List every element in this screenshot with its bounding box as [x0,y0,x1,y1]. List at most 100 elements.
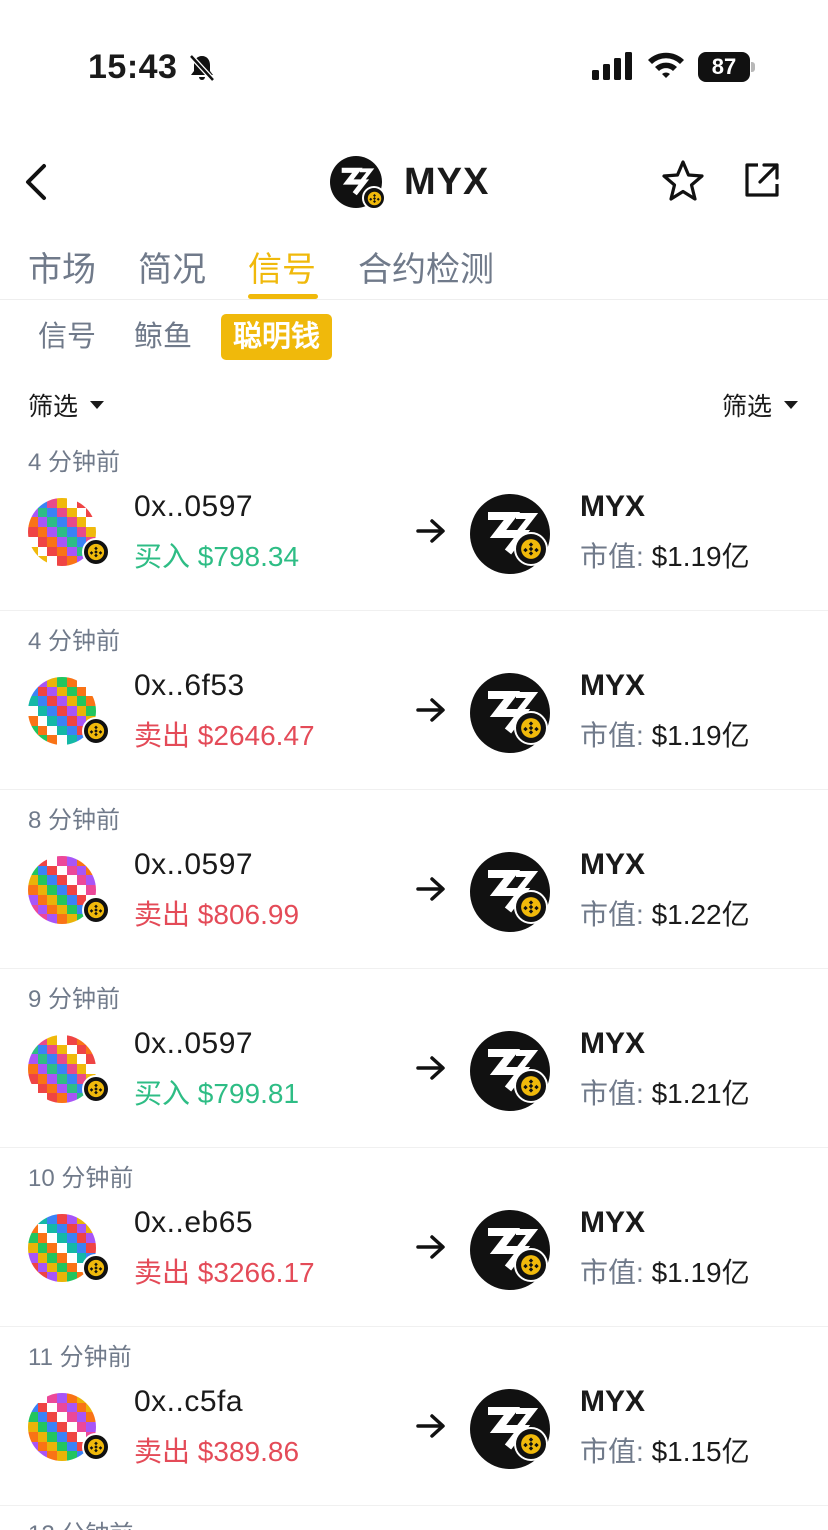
row-time: 8 分钟前 [28,807,121,834]
status-bar: 15:43 87 [0,0,828,130]
bnb-chain-icon [82,1254,110,1282]
bnb-chain-icon [82,1075,110,1103]
arrow-right-icon [416,1414,445,1438]
market-cap-value: $1.21亿 [651,1078,750,1109]
wallet-address[interactable]: 0x..eb65 [134,1206,253,1240]
arrow-right-icon [416,1056,445,1080]
market-cap-label: 市值: [580,1436,644,1467]
list-item[interactable]: 10 分钟前 0x..eb65 卖出 $3266.17 MYX 市值: $1.19亿 [0,1148,828,1327]
market-cap-label: 市值: [580,1078,644,1109]
bnb-chain-icon [514,890,548,924]
myx-logo-icon [470,852,550,932]
wallet-avatar[interactable] [28,1393,110,1475]
tab-signal[interactable]: 信号 [248,242,316,291]
list-item[interactable]: 8 分钟前 0x..0597 卖出 $806.99 MYX 市值: $1.22亿 [0,790,828,969]
market-cap-value: $1.19亿 [651,1257,750,1288]
myx-logo-icon [470,673,550,753]
wallet-address[interactable]: 0x..0597 [134,1027,253,1061]
row-time: 9 分钟前 [28,986,121,1013]
wallet-address[interactable]: 0x..0597 [134,848,253,882]
list-item[interactable]: 4 分钟前 0x..6f53 卖出 $2646.47 MYX 市值: $1.19亿 [0,611,828,790]
tab-overview[interactable]: 简况 [138,242,206,291]
myx-logo-icon [470,1210,550,1290]
tab-market[interactable]: 市场 [28,242,96,291]
caret-down-icon [90,401,105,409]
wallet-address[interactable]: 0x..0597 [134,490,253,524]
wallet-avatar[interactable] [28,1214,110,1296]
arrow-right-icon [416,877,445,901]
market-cap-value: $1.15亿 [651,1436,750,1467]
wallet-avatar[interactable] [28,677,110,759]
filter-right[interactable]: 筛选 [722,388,799,422]
battery-icon: 87 [698,52,756,82]
bnb-chain-icon [514,1069,548,1103]
bnb-chain-icon [514,1248,548,1282]
nav-header: MYX [0,140,828,224]
subtab-signal[interactable]: 信号 [38,314,96,360]
market-cap-label: 市值: [580,720,644,751]
arrow-right-icon [416,698,445,722]
bnb-chain-icon [82,1433,110,1461]
trade-action: 卖出 [134,899,191,930]
wallet-avatar[interactable] [28,1035,110,1117]
row-time: 4 分钟前 [28,628,121,655]
market-cap-value: $1.22亿 [651,899,750,930]
filter-left[interactable]: 筛选 [28,388,105,422]
list-item[interactable]: 4 分钟前 0x..0597 买入 $798.34 MYX 市值: $1.19亿 [0,432,828,611]
trade-action: 买入 [134,1078,191,1109]
signal-icon [592,52,632,80]
share-icon[interactable] [742,160,782,200]
main-tabs: 市场 简况 信号 合约检测 [0,236,828,300]
tab-active-indicator [248,294,318,299]
wallet-avatar[interactable] [28,498,110,580]
token-symbol: MYX [580,1206,646,1239]
market-cap-label: 市值: [580,1257,644,1288]
tab-contract-check[interactable]: 合约检测 [358,242,494,291]
star-icon[interactable] [660,158,706,204]
market-cap-value: $1.19亿 [651,720,750,751]
filter-right-label: 筛选 [722,393,773,421]
market-cap-value: $1.19亿 [651,541,750,572]
market-cap: 市值: $1.21亿 [580,1072,750,1112]
token-symbol: MYX [580,1385,646,1418]
trade-info: 买入 $799.81 [134,1072,299,1112]
market-cap-label: 市值: [580,899,644,930]
row-time: 10 分钟前 [28,1165,134,1192]
trade-amount: $2646.47 [197,720,315,751]
trade-amount: $3266.17 [197,1257,315,1288]
trade-info: 卖出 $2646.47 [134,714,315,754]
trade-info: 卖出 $806.99 [134,893,299,933]
token-symbol: MYX [580,848,646,881]
arrow-right-icon [416,1235,445,1259]
list-item[interactable]: 11 分钟前 0x..c5fa 卖出 $389.86 MYX 市值: $1.15亿 [0,1327,828,1506]
arrow-right-icon [416,519,445,543]
wallet-address[interactable]: 0x..c5fa [134,1385,243,1419]
market-cap-label: 市值: [580,541,644,572]
trade-action: 卖出 [134,720,191,751]
filter-left-label: 筛选 [28,393,79,421]
back-icon[interactable] [22,160,52,204]
wallet-address[interactable]: 0x..6f53 [134,669,245,703]
market-cap: 市值: $1.19亿 [580,535,750,575]
page-title: MYX [404,160,490,203]
bnb-chain-icon [514,532,548,566]
trade-amount: $798.34 [197,541,300,572]
market-cap: 市值: $1.19亿 [580,714,750,754]
trade-amount: $806.99 [197,899,300,930]
trade-amount: $389.86 [197,1436,300,1467]
myx-logo-icon [470,1389,550,1469]
bnb-chain-icon [82,896,110,924]
market-cap: 市值: $1.19亿 [580,1251,750,1291]
wallet-avatar[interactable] [28,856,110,938]
subtab-whale[interactable]: 鲸鱼 [134,314,192,360]
trade-info: 买入 $798.34 [134,535,299,575]
trade-info: 卖出 $389.86 [134,1430,299,1470]
subtab-smart-money[interactable]: 聪明钱 [221,314,333,360]
token-symbol: MYX [580,669,646,702]
bnb-chain-icon [514,711,548,745]
row-time-partial: 12 分钟前 [28,1514,133,1530]
list-item[interactable]: 9 分钟前 0x..0597 买入 $799.81 MYX 市值: $1.21亿 [0,969,828,1148]
bnb-chain-icon [82,538,110,566]
battery-level: 87 [698,52,750,82]
bnb-chain-icon [82,717,110,745]
